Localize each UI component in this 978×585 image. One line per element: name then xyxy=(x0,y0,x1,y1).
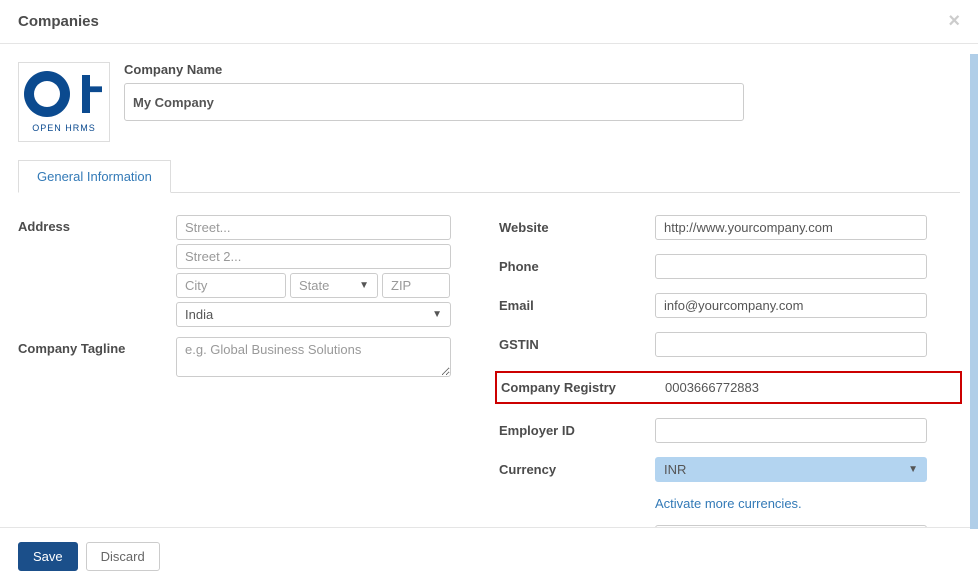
website-input[interactable] xyxy=(655,215,927,240)
registry-label: Company Registry xyxy=(501,380,657,395)
company-modal: Companies × OPEN HRMS Company Name Gener… xyxy=(0,0,978,585)
company-logo[interactable]: OPEN HRMS xyxy=(18,62,110,142)
phone-input[interactable] xyxy=(655,254,927,279)
state-select[interactable]: State ▼ xyxy=(290,273,378,298)
currency-value: INR xyxy=(664,462,686,477)
tagline-label: Company Tagline xyxy=(18,337,176,356)
employer-id-input[interactable] xyxy=(655,418,927,443)
city-input[interactable] xyxy=(176,273,286,298)
country-select[interactable]: India ▼ xyxy=(176,302,451,327)
chevron-down-icon: ▼ xyxy=(359,280,369,291)
tabs: General Information xyxy=(18,160,960,193)
modal-footer: Save Discard xyxy=(0,527,978,585)
tab-general-information[interactable]: General Information xyxy=(18,160,171,193)
company-header-row: OPEN HRMS Company Name xyxy=(18,62,960,142)
tagline-textarea[interactable] xyxy=(176,337,451,377)
street2-input[interactable] xyxy=(176,244,451,269)
company-registry-highlight: Company Registry xyxy=(495,371,962,404)
logo-icon xyxy=(24,71,104,121)
report-footer-input[interactable] xyxy=(655,525,927,527)
form-area: Address State ▼ In xyxy=(18,193,960,527)
modal-title: Companies xyxy=(18,13,99,30)
close-icon[interactable]: × xyxy=(948,10,960,33)
company-name-block: Company Name xyxy=(124,62,960,142)
address-label: Address xyxy=(18,215,176,234)
activate-currencies-link[interactable]: Activate more currencies. xyxy=(655,496,802,511)
company-name-label: Company Name xyxy=(124,62,960,77)
logo-text: OPEN HRMS xyxy=(32,123,96,133)
save-button[interactable]: Save xyxy=(18,542,78,571)
state-placeholder: State xyxy=(299,278,329,293)
discard-button[interactable]: Discard xyxy=(86,542,160,571)
email-label: Email xyxy=(499,298,655,313)
modal-body: OPEN HRMS Company Name General Informati… xyxy=(0,44,978,527)
modal-header: Companies × xyxy=(0,0,978,44)
country-value: India xyxy=(185,307,213,322)
currency-select[interactable]: INR ▼ xyxy=(655,457,927,482)
gstin-label: GSTIN xyxy=(499,337,655,352)
right-column: Website Phone Email GSTIN Company Regist… xyxy=(499,215,960,527)
registry-input[interactable] xyxy=(657,376,925,399)
zip-input[interactable] xyxy=(382,273,450,298)
left-column: Address State ▼ In xyxy=(18,215,479,527)
company-name-input[interactable] xyxy=(124,83,744,121)
phone-label: Phone xyxy=(499,259,655,274)
currency-label: Currency xyxy=(499,462,655,477)
street-input[interactable] xyxy=(176,215,451,240)
email-input[interactable] xyxy=(655,293,927,318)
gstin-input[interactable] xyxy=(655,332,927,357)
chevron-down-icon: ▼ xyxy=(908,464,918,475)
employer-id-label: Employer ID xyxy=(499,423,655,438)
website-label: Website xyxy=(499,220,655,235)
chevron-down-icon: ▼ xyxy=(432,309,442,320)
